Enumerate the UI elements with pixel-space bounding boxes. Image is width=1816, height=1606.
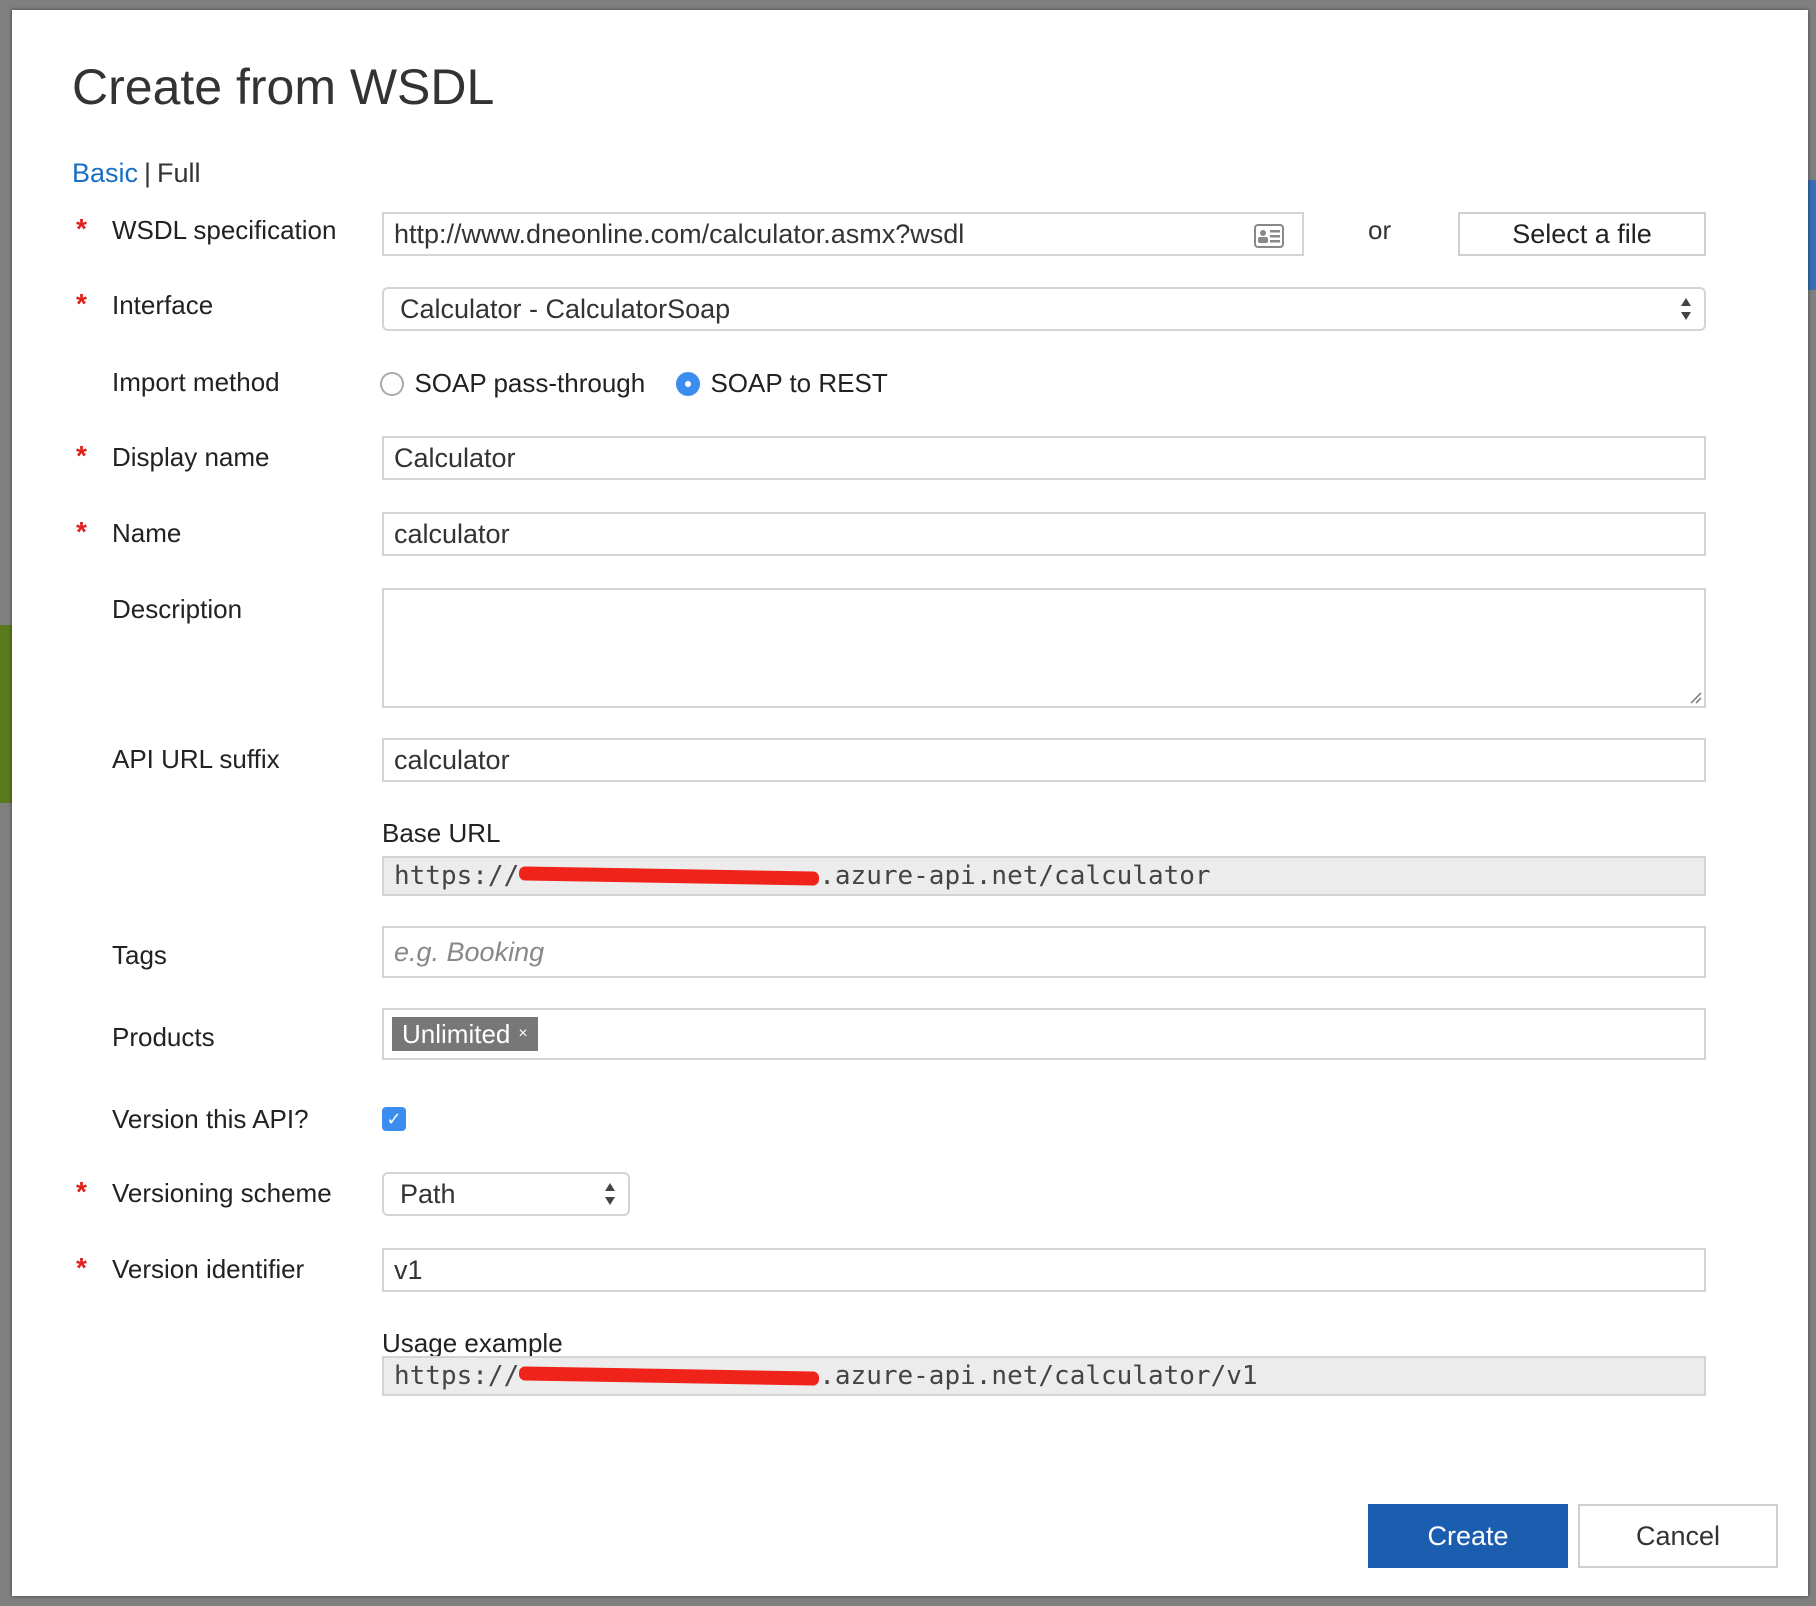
version-identifier-label: Version identifier [112, 1254, 305, 1284]
import-method-option-soap-to-rest[interactable]: SOAP to REST [676, 368, 888, 399]
description-label: Description [112, 594, 243, 624]
cancel-button[interactable]: Cancel [1578, 1504, 1778, 1568]
tags-label: Tags [112, 940, 167, 970]
base-url-suffix: .azure-api.net/calculator [819, 861, 1211, 891]
description-textarea[interactable] [382, 588, 1706, 708]
select-arrows-icon [604, 1181, 616, 1207]
select-file-button[interactable]: Select a file [1458, 212, 1706, 256]
usage-example-suffix: .azure-api.net/calculator/v1 [819, 1361, 1258, 1391]
import-method-label: Import method [112, 367, 280, 397]
mode-separator: | [144, 158, 152, 188]
products-label: Products [112, 1022, 215, 1052]
versioning-scheme-value: Path [400, 1178, 456, 1209]
create-from-wsdl-dialog: Create from WSDL Basic | Full * WSDL speci… [12, 10, 1808, 1596]
id-card-icon[interactable] [1254, 224, 1284, 255]
base-url-label: Base URL [382, 818, 501, 848]
dialog-title: Create from WSDL [72, 59, 495, 115]
redaction-mark [519, 1366, 820, 1386]
required-marker: * [76, 213, 87, 244]
required-marker: * [76, 1176, 87, 1207]
version-identifier-value: v1 [394, 1254, 423, 1285]
name-input[interactable]: calculator [382, 512, 1706, 556]
product-chip: Unlimited × [392, 1017, 538, 1051]
name-value: calculator [394, 518, 510, 549]
required-marker: * [76, 440, 87, 471]
usage-example-prefix: https:// [394, 1361, 520, 1391]
mode-basic-link[interactable]: Basic [72, 158, 138, 188]
wsdl-input-value: http://www.dneonline.com/calculator.asmx… [394, 218, 965, 249]
product-chip-label: Unlimited [402, 1018, 511, 1049]
import-method-option-passthrough[interactable]: SOAP pass-through [380, 368, 645, 399]
select-arrows-icon [1680, 296, 1692, 322]
tags-input[interactable]: e.g. Booking [382, 926, 1706, 978]
display-name-input[interactable]: Calculator [382, 436, 1706, 480]
radio-soap-passthrough[interactable] [380, 371, 404, 396]
api-url-suffix-label: API URL suffix [112, 744, 280, 774]
required-marker: * [76, 1252, 87, 1283]
radio-soap-to-rest[interactable] [676, 371, 700, 396]
versioning-scheme-label: Versioning scheme [112, 1178, 332, 1208]
background-panel [0, 625, 12, 803]
display-name-label: Display name [112, 442, 270, 472]
create-button[interactable]: Create [1368, 1504, 1568, 1568]
interface-select-value: Calculator - CalculatorSoap [400, 293, 731, 324]
api-url-suffix-input[interactable]: calculator [382, 738, 1706, 782]
remove-chip-icon[interactable]: × [518, 1025, 527, 1043]
name-label: Name [112, 518, 182, 548]
radio-label: SOAP to REST [710, 368, 888, 398]
mode-switch: Basic | Full [72, 158, 201, 189]
interface-label: Interface [112, 290, 214, 320]
base-url-prefix: https:// [394, 861, 520, 891]
display-name-value: Calculator [394, 442, 516, 473]
wsdl-input[interactable]: http://www.dneonline.com/calculator.asmx… [382, 212, 1304, 256]
api-url-suffix-value: calculator [394, 744, 510, 775]
version-identifier-input[interactable]: v1 [382, 1248, 1706, 1292]
resize-grip-icon[interactable] [1688, 690, 1702, 704]
background-panel-right [1808, 180, 1816, 290]
required-marker: * [76, 516, 87, 547]
base-url-readonly: https:// .azure-api.net/calculator [382, 856, 1706, 896]
radio-label: SOAP pass-through [414, 368, 646, 398]
required-marker: * [76, 288, 87, 319]
version-api-checkbox[interactable]: ✓ [382, 1107, 406, 1131]
or-text: or [1368, 215, 1392, 245]
mode-full-link[interactable]: Full [157, 158, 201, 188]
usage-example-label: Usage example [382, 1328, 563, 1358]
usage-example-readonly: https:// .azure-api.net/calculator/v1 [382, 1356, 1706, 1396]
wsdl-label: WSDL specification [112, 215, 337, 245]
redaction-mark [519, 866, 820, 886]
version-api-label: Version this API? [112, 1104, 309, 1134]
interface-select[interactable]: Calculator - CalculatorSoap [382, 287, 1706, 331]
tags-placeholder: e.g. Booking [394, 936, 545, 967]
versioning-scheme-select[interactable]: Path [382, 1172, 630, 1216]
products-input[interactable]: Unlimited × [382, 1008, 1706, 1060]
